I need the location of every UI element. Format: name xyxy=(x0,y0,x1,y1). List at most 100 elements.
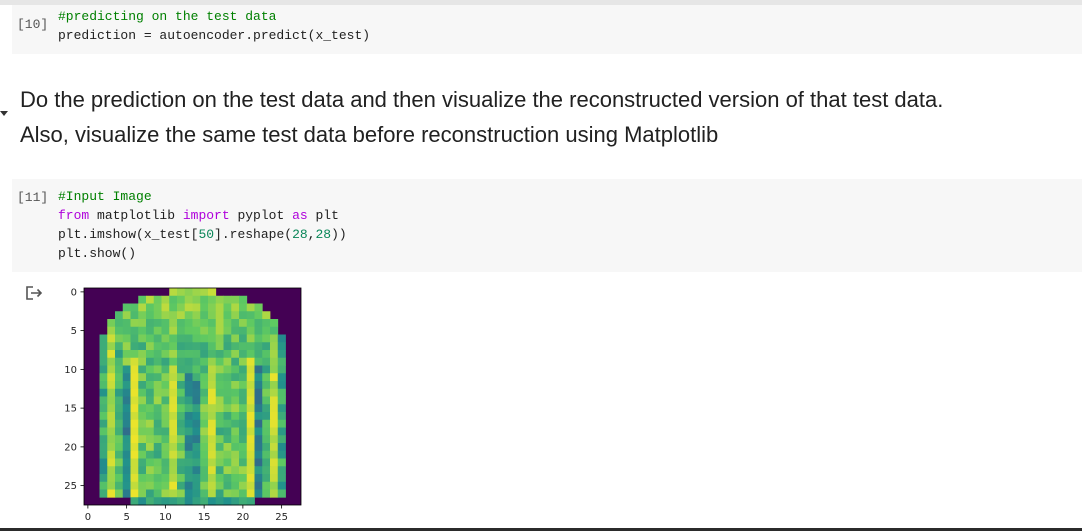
heatmap-cell xyxy=(184,319,193,328)
heatmap-cell xyxy=(153,458,162,467)
heatmap-cell xyxy=(184,373,193,382)
heatmap-cell xyxy=(107,342,116,351)
heatmap-cell xyxy=(254,365,263,374)
heatmap-cell xyxy=(262,311,271,320)
heatmap-cell xyxy=(169,350,178,359)
heatmap-cell xyxy=(184,497,193,506)
heatmap-cell xyxy=(208,357,217,366)
heatmap-cell xyxy=(130,319,139,328)
heatmap-cell xyxy=(122,458,131,467)
heatmap-cell xyxy=(99,357,108,366)
heatmap-cell xyxy=(231,350,240,359)
heatmap-cell xyxy=(246,388,255,397)
heatmap-cell xyxy=(231,303,240,312)
heatmap-cell xyxy=(200,388,209,397)
heatmap-cell xyxy=(254,334,263,343)
heatmap-cell xyxy=(239,334,248,343)
heatmap-cell xyxy=(208,404,217,413)
heatmap-cell xyxy=(231,458,240,467)
heatmap-cell xyxy=(277,489,286,498)
heatmap-cell xyxy=(208,458,217,467)
heatmap-cell xyxy=(231,326,240,335)
heatmap-cell xyxy=(277,427,286,436)
heatmap-cell xyxy=(262,466,271,475)
heatmap-cell xyxy=(239,295,248,304)
heatmap-cell xyxy=(107,458,116,467)
markdown-cell[interactable]: Do the prediction on the test data and t… xyxy=(20,82,1060,152)
heatmap-cell xyxy=(254,350,263,359)
heatmap-cell xyxy=(200,319,209,328)
heatmap-cell xyxy=(146,342,155,351)
x-tick-label: 25 xyxy=(275,512,288,523)
output-redirect-icon[interactable] xyxy=(24,285,44,301)
heatmap-cell xyxy=(138,427,147,436)
heatmap-cell xyxy=(107,334,116,343)
heatmap-cell xyxy=(246,404,255,413)
heatmap-cell xyxy=(215,357,224,366)
heatmap-cell xyxy=(107,388,116,397)
heatmap-cell xyxy=(270,350,279,359)
heatmap-cell xyxy=(115,381,124,390)
heatmap-cell xyxy=(200,334,209,343)
heatmap-cell xyxy=(115,357,124,366)
heatmap-cell xyxy=(246,326,255,335)
heatmap-cell xyxy=(192,435,201,444)
heatmap-cell xyxy=(161,466,170,475)
heatmap-cell xyxy=(223,334,232,343)
code-cell-11[interactable]: [11] #Input Image from matplotlib import… xyxy=(12,179,1082,272)
heatmap-cell xyxy=(107,481,116,490)
heatmap-cell xyxy=(130,474,139,483)
heatmap-cell xyxy=(200,381,209,390)
heatmap-cell xyxy=(200,412,209,421)
heatmap-cell xyxy=(215,388,224,397)
heatmap-cell xyxy=(153,466,162,475)
heatmap-cell xyxy=(200,404,209,413)
heatmap-cell xyxy=(99,435,108,444)
heatmap-cell xyxy=(239,489,248,498)
heatmap-cell xyxy=(262,450,271,459)
heatmap-cell xyxy=(231,412,240,421)
heatmap-cell xyxy=(146,450,155,459)
heatmap-cell xyxy=(254,481,263,490)
heatmap-cell xyxy=(215,381,224,390)
heatmap-cell xyxy=(200,443,209,452)
heatmap-cell xyxy=(246,350,255,359)
heatmap-cell xyxy=(146,404,155,413)
heatmap-cell xyxy=(107,427,116,436)
heatmap-cell xyxy=(122,427,131,436)
code-cell-10[interactable]: [10] #predicting on the test data predic… xyxy=(12,5,1082,54)
heatmap-cell xyxy=(270,412,279,421)
code-token: #Input Image xyxy=(58,189,152,204)
execution-count-10: [10] xyxy=(17,17,49,32)
heatmap-cell xyxy=(169,396,178,405)
heatmap-cell xyxy=(122,388,131,397)
heatmap-cell xyxy=(153,404,162,413)
heatmap-cell xyxy=(239,381,248,390)
heatmap-cell xyxy=(215,458,224,467)
heatmap-cell xyxy=(223,357,232,366)
heatmap-cell xyxy=(184,357,193,366)
heatmap-cell xyxy=(200,342,209,351)
heatmap-cell xyxy=(115,419,124,428)
heatmap-cell xyxy=(246,381,255,390)
collapse-section-icon[interactable] xyxy=(0,111,8,116)
heatmap-cell xyxy=(192,311,201,320)
heatmap-cell xyxy=(208,350,217,359)
heatmap-cell xyxy=(215,350,224,359)
heatmap-cell xyxy=(184,474,193,483)
heatmap-cell xyxy=(208,474,217,483)
heatmap-cell xyxy=(153,365,162,374)
heatmap-cell xyxy=(115,450,124,459)
heatmap-cell xyxy=(177,412,186,421)
heatmap-cell xyxy=(115,404,124,413)
heatmap-cell xyxy=(239,311,248,320)
code-editor-11[interactable]: #Input Image from matplotlib import pypl… xyxy=(58,187,347,263)
heatmap-cell xyxy=(215,404,224,413)
heatmap-cell xyxy=(146,350,155,359)
heatmap-cell xyxy=(130,404,139,413)
heatmap-cell xyxy=(231,466,240,475)
heatmap-cell xyxy=(184,427,193,436)
heatmap-cell xyxy=(270,381,279,390)
heatmap-cell xyxy=(177,334,186,343)
code-editor-10[interactable]: #predicting on the test data prediction … xyxy=(58,7,370,45)
